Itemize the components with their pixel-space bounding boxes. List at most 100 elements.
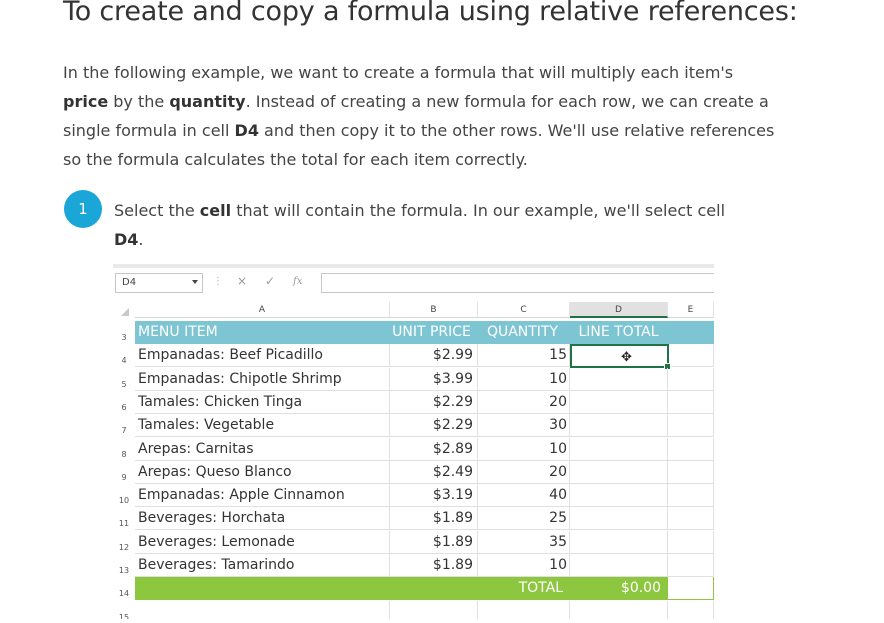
cell-line-total[interactable] — [570, 390, 668, 414]
chevron-down-icon[interactable] — [192, 280, 198, 284]
cell-e14[interactable] — [668, 577, 714, 601]
cell-quantity[interactable]: 10 — [478, 554, 570, 577]
cell-quantity[interactable]: 20 — [478, 460, 570, 484]
table-row: 14 TOTAL $0.00 — [113, 577, 714, 601]
row-number[interactable]: 11 — [113, 507, 135, 530]
cell-b3[interactable]: UNIT PRICE — [390, 321, 478, 344]
formula-input[interactable] — [321, 273, 714, 293]
cell-e[interactable] — [668, 437, 714, 461]
empty-cell[interactable] — [668, 600, 714, 619]
cell-quantity[interactable]: 40 — [478, 484, 570, 508]
cell-line-total[interactable] — [570, 460, 668, 484]
cell-menu-item[interactable]: Empanadas: Beef Picadillo — [135, 344, 390, 368]
cell-b14[interactable] — [390, 577, 478, 601]
cell-e[interactable] — [668, 367, 714, 391]
column-header-e[interactable]: E — [668, 302, 714, 318]
cell-unit-price[interactable]: $1.89 — [390, 530, 478, 554]
cell-quantity[interactable]: 10 — [478, 437, 570, 461]
empty-cell[interactable] — [135, 600, 390, 619]
step-instruction: Select the cell that will contain the fo… — [114, 201, 726, 249]
row-number[interactable]: 9 — [113, 461, 135, 484]
row-number[interactable]: 6 — [113, 391, 135, 414]
cell-quantity[interactable]: 20 — [478, 390, 570, 414]
table-row: 12 Beverages: Lemonade $1.89 35 — [113, 530, 714, 554]
cell-menu-item[interactable]: Beverages: Horchata — [135, 507, 390, 531]
cell-line-total[interactable] — [570, 437, 668, 461]
cell-e[interactable] — [668, 460, 714, 484]
select-all-corner[interactable] — [113, 302, 131, 318]
empty-cell[interactable] — [570, 600, 668, 619]
cell-unit-price[interactable]: $3.99 — [390, 367, 478, 391]
total-label[interactable]: TOTAL — [478, 577, 570, 601]
function-icon[interactable]: fx — [293, 276, 302, 287]
cell-e[interactable] — [668, 507, 714, 531]
cell-a3[interactable]: MENU ITEM — [135, 321, 390, 344]
name-box-value: D4 — [122, 277, 137, 288]
cell-menu-item[interactable]: Empanadas: Apple Cinnamon — [135, 484, 390, 508]
cancel-icon[interactable]: × — [237, 274, 247, 288]
cell-unit-price[interactable]: $1.89 — [390, 507, 478, 531]
active-cell-d4[interactable]: ✥ — [570, 344, 671, 371]
table-row: 3 MENU ITEM UNIT PRICE QUANTITY LINE TOTAL — [113, 321, 714, 344]
column-header-b[interactable]: B — [390, 302, 478, 318]
cell-e[interactable] — [668, 344, 714, 368]
row-number[interactable]: 7 — [113, 414, 135, 437]
table-row: 7 Tamales: Vegetable $2.29 30 — [113, 414, 714, 438]
cell-e3[interactable] — [668, 321, 714, 344]
cell-e[interactable] — [668, 484, 714, 508]
cell-menu-item[interactable]: Beverages: Tamarindo — [135, 554, 390, 577]
cell-line-total[interactable] — [570, 414, 668, 438]
cell-e[interactable] — [668, 554, 714, 577]
row-number[interactable]: 10 — [113, 484, 135, 507]
cell-e[interactable] — [668, 414, 714, 438]
cell-menu-item[interactable]: Tamales: Chicken Tinga — [135, 390, 390, 414]
name-box[interactable]: D4 — [115, 273, 203, 293]
empty-cell[interactable] — [478, 600, 570, 619]
column-header-c[interactable]: C — [478, 302, 570, 318]
cell-line-total[interactable] — [570, 507, 668, 531]
cell-unit-price[interactable]: $2.89 — [390, 437, 478, 461]
table-row: 11 Beverages: Horchata $1.89 25 — [113, 507, 714, 531]
enter-icon[interactable]: ✓ — [265, 274, 275, 288]
cell-menu-item[interactable]: Empanadas: Chipotle Shrimp — [135, 367, 390, 391]
cell-quantity[interactable]: 10 — [478, 367, 570, 391]
cell-e[interactable] — [668, 530, 714, 554]
row-number[interactable]: 14 — [113, 577, 135, 600]
cell-a14[interactable] — [135, 577, 390, 601]
empty-cell[interactable] — [390, 600, 478, 619]
row-number[interactable]: 13 — [113, 554, 135, 577]
row-number[interactable]: 12 — [113, 531, 135, 554]
cell-unit-price[interactable]: $1.89 — [390, 554, 478, 577]
cell-menu-item[interactable]: Tamales: Vegetable — [135, 414, 390, 438]
drag-handle-icon: ⋮ — [213, 276, 223, 287]
row-number[interactable]: 3 — [113, 321, 135, 344]
cell-menu-item[interactable]: Arepas: Queso Blanco — [135, 460, 390, 484]
row-number[interactable]: 15 — [113, 601, 135, 619]
cell-d3[interactable]: LINE TOTAL — [570, 321, 668, 344]
row-number[interactable]: 8 — [113, 438, 135, 461]
cell-quantity[interactable]: 35 — [478, 530, 570, 554]
row-number[interactable]: 4 — [113, 344, 135, 367]
total-value[interactable]: $0.00 — [570, 577, 668, 601]
cell-c3[interactable]: QUANTITY — [478, 321, 570, 344]
cell-menu-item[interactable]: Arepas: Carnitas — [135, 437, 390, 461]
cell-unit-price[interactable]: $3.19 — [390, 484, 478, 508]
cell-e[interactable] — [668, 390, 714, 414]
cell-unit-price[interactable]: $2.29 — [390, 390, 478, 414]
table-row: 6 Tamales: Chicken Tinga $2.29 20 — [113, 390, 714, 414]
cell-unit-price[interactable]: $2.49 — [390, 460, 478, 484]
cell-quantity[interactable]: 30 — [478, 414, 570, 438]
cell-quantity[interactable]: 15 — [478, 344, 570, 368]
cell-menu-item[interactable]: Beverages: Lemonade — [135, 530, 390, 554]
cell-line-total[interactable] — [570, 530, 668, 554]
row-number[interactable]: 5 — [113, 368, 135, 391]
column-header-d[interactable]: D — [570, 302, 668, 318]
table-row: 13 Beverages: Tamarindo $1.89 10 — [113, 554, 714, 577]
column-header-a[interactable]: A — [135, 302, 390, 318]
cell-unit-price[interactable]: $2.29 — [390, 414, 478, 438]
cell-line-total[interactable] — [570, 554, 668, 577]
cell-line-total[interactable] — [570, 367, 668, 391]
cell-line-total[interactable] — [570, 484, 668, 508]
cell-quantity[interactable]: 25 — [478, 507, 570, 531]
cell-unit-price[interactable]: $2.99 — [390, 344, 478, 368]
